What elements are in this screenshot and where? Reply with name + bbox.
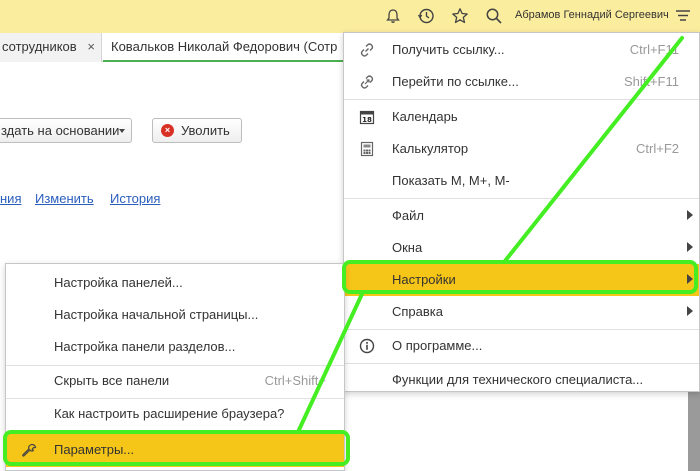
menu-item-get-link[interactable]: Получить ссылку... Ctrl+F11 — [344, 34, 699, 66]
menu-item-show-memory[interactable]: Показать М, М+, М- — [344, 165, 699, 197]
calendar-day: 18 — [362, 116, 372, 124]
button-label: Уволить — [181, 123, 230, 138]
annotation-highlight-parameters — [3, 430, 350, 466]
menu-item-about[interactable]: О программе... — [344, 330, 699, 362]
main-menu-icon[interactable] — [673, 6, 693, 26]
bell-icon[interactable] — [383, 6, 403, 26]
tab-employees[interactable]: сотрудников × — [0, 33, 102, 62]
submenu-item-label: Скрыть все панели — [54, 373, 170, 388]
top-bar: Абрамов Геннадий Сергеевич — [0, 0, 700, 33]
submenu-item-label: Настройка панели разделов... — [54, 339, 236, 354]
menu-divider — [344, 99, 699, 100]
menu-item-label: Окна — [392, 240, 423, 255]
submenu-item-browser-extension[interactable]: Как настроить расширение браузера? — [6, 398, 344, 431]
chevron-right-icon — [687, 306, 693, 316]
menu-item-file[interactable]: Файл — [344, 200, 699, 232]
annotation-highlight-settings — [342, 260, 698, 294]
menu-item-label: Справка — [392, 304, 443, 319]
star-icon[interactable] — [450, 6, 470, 26]
menu-item-help[interactable]: Справка — [344, 296, 699, 328]
tab-employee-card[interactable]: Ковальков Николай Федорович (Сотр — [103, 33, 343, 62]
calculator-icon — [358, 140, 376, 158]
create-based-on-button[interactable]: здать на основании — [0, 118, 132, 143]
close-circle-icon: × — [161, 124, 174, 137]
tab-label: Ковальков Николай Федорович (Сотр — [111, 39, 338, 54]
menu-item-calculator[interactable]: Калькулятор Ctrl+F2 — [344, 133, 699, 165]
tab-label: сотрудников — [2, 39, 77, 54]
link-icon — [358, 41, 376, 59]
menu-item-label: Калькулятор — [392, 141, 469, 156]
history-icon[interactable] — [416, 6, 436, 26]
close-icon[interactable]: × — [87, 33, 95, 60]
menu-item-calendar[interactable]: 18 Календарь — [344, 101, 699, 133]
search-icon[interactable] — [484, 6, 504, 26]
user-name[interactable]: Абрамов Геннадий Сергеевич — [515, 9, 669, 21]
chevron-down-icon — [119, 129, 125, 133]
menu-item-label: Календарь — [392, 109, 458, 124]
menu-item-label: Перейти по ссылке... — [392, 74, 519, 89]
menu-item-goto-link[interactable]: Перейти по ссылке... Shift+F11 — [344, 66, 699, 98]
submenu-item-label: Как настроить расширение браузера? — [54, 406, 285, 421]
fire-employee-button[interactable]: × Уволить — [152, 118, 242, 143]
menu-item-shortcut: Ctrl+F2 — [636, 141, 679, 156]
menu-item-label: Показать М, М+, М- — [392, 173, 510, 188]
submenu-item-label: Настройка панелей... — [54, 275, 183, 290]
menu-divider — [344, 198, 699, 199]
link-partial[interactable]: ния — [0, 191, 21, 206]
info-icon — [358, 337, 376, 355]
menu-item-label: Получить ссылку... — [392, 42, 505, 57]
submenu-item-sections-panel[interactable]: Настройка панели разделов... — [6, 331, 344, 364]
calendar-icon: 18 — [358, 108, 376, 126]
main-menu: Получить ссылку... Ctrl+F11 Перейти по с… — [343, 32, 700, 392]
history-link[interactable]: История — [110, 191, 160, 206]
menu-item-shortcut: Ctrl+F11 — [629, 42, 679, 57]
menu-item-label: Функции для технического специалиста... — [392, 372, 644, 387]
scrollbar-area — [688, 392, 700, 471]
submenu-item-panels[interactable]: Настройка панелей... — [6, 267, 344, 300]
submenu-item-label: Настройка начальной страницы... — [54, 307, 259, 322]
submenu-item-hide-panels[interactable]: Скрыть все панели Ctrl+Shift+ — [6, 365, 344, 398]
goto-link-icon — [358, 73, 376, 91]
menu-item-label: Файл — [392, 208, 424, 223]
menu-item-tech-functions[interactable]: Функции для технического специалиста... — [344, 364, 699, 396]
chevron-right-icon — [687, 242, 693, 252]
edit-link[interactable]: Изменить — [35, 191, 94, 206]
menu-item-shortcut: Shift+F11 — [623, 74, 679, 89]
submenu-item-shortcut: Ctrl+Shift+ — [264, 373, 326, 388]
chevron-right-icon — [687, 210, 693, 220]
menu-item-label: О программе... — [392, 338, 483, 353]
button-label: здать на основании — [1, 123, 120, 138]
submenu-item-home-page[interactable]: Настройка начальной страницы... — [6, 299, 344, 332]
